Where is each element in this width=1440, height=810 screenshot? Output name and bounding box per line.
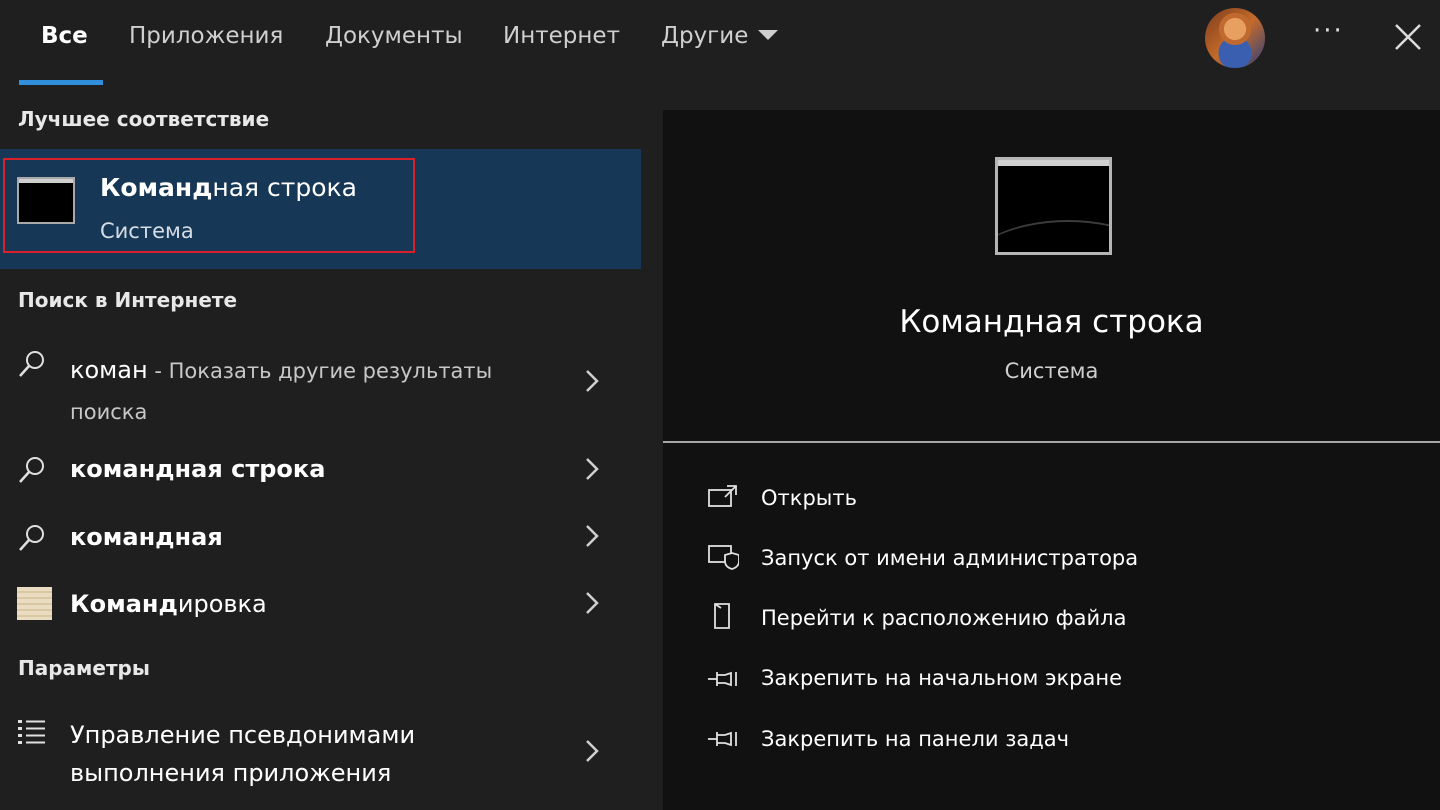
action-open[interactable]: Открыть [761, 486, 857, 510]
command-prompt-icon [17, 177, 75, 224]
preview-app-subtitle: Система [1004, 359, 1099, 383]
chevron-right-icon[interactable] [584, 591, 600, 615]
chevron-right-icon[interactable] [584, 457, 600, 481]
search-icon [19, 351, 44, 377]
search-icon [19, 525, 44, 551]
document-result[interactable]: Командировка [70, 590, 267, 618]
web-search-heading: Поиск в Интернете [18, 288, 238, 312]
open-icon [708, 485, 737, 507]
web-result-hint-2: поиска [70, 400, 148, 424]
web-result-query: коман [70, 356, 148, 384]
tab-other-label: Другие [661, 23, 749, 49]
preview-divider [663, 441, 1440, 443]
settings-item[interactable]: Управление псевдонимами выполнения прилож… [70, 716, 415, 792]
more-options-button[interactable]: ··· [1313, 16, 1344, 46]
document-thumbnail-icon [17, 587, 52, 620]
file-location-icon [714, 603, 730, 629]
settings-item-line1: Управление псевдонимами [70, 721, 416, 749]
best-match-title-bold: Команд [100, 173, 213, 202]
web-result-more[interactable]: коман - Показать другие результаты поиска [70, 350, 492, 432]
document-result-bold: Команд [70, 590, 178, 618]
web-result-command-line[interactable]: командная строка [70, 455, 325, 483]
pin-icon [708, 731, 737, 747]
best-match-title-rest: ная строка [212, 173, 357, 202]
settings-item-line2: выполнения приложения [70, 759, 392, 787]
close-icon[interactable] [1393, 22, 1423, 52]
tab-other[interactable]: Другие [661, 23, 779, 49]
action-pin-start[interactable]: Закрепить на начальном экране [761, 666, 1122, 690]
tab-all[interactable]: Все [41, 23, 88, 49]
avatar[interactable] [1205, 8, 1265, 68]
action-open-file-location[interactable]: Перейти к расположению файла [761, 606, 1126, 630]
best-match-title: Командная строка [100, 173, 357, 202]
search-icon [19, 457, 44, 483]
pin-icon [708, 671, 737, 687]
list-settings-icon [18, 720, 45, 744]
chevron-down-icon [758, 29, 779, 40]
tab-apps[interactable]: Приложения [129, 23, 283, 49]
action-pin-taskbar[interactable]: Закрепить на панели задач [761, 727, 1069, 751]
best-match-heading: Лучшее соответствие [18, 107, 270, 131]
best-match-subtitle: Система [100, 219, 194, 243]
chevron-right-icon[interactable] [584, 524, 600, 548]
chevron-right-icon[interactable] [584, 739, 600, 763]
chevron-right-icon[interactable] [584, 369, 600, 393]
active-tab-indicator [19, 80, 103, 85]
web-result-hint: - Показать другие результаты [147, 359, 493, 383]
web-result-command[interactable]: командная [70, 523, 223, 551]
command-prompt-large-icon [995, 157, 1112, 255]
settings-heading: Параметры [18, 656, 150, 680]
admin-shield-icon [708, 545, 739, 570]
preview-app-title: Командная строка [899, 304, 1204, 340]
action-run-as-admin[interactable]: Запуск от имени администратора [761, 546, 1138, 570]
tab-internet[interactable]: Интернет [503, 23, 620, 49]
tab-documents[interactable]: Документы [325, 23, 463, 49]
search-top-bar: Все Приложения Документы Интернет Другие… [0, 0, 1440, 86]
document-result-rest: ировка [177, 590, 267, 618]
